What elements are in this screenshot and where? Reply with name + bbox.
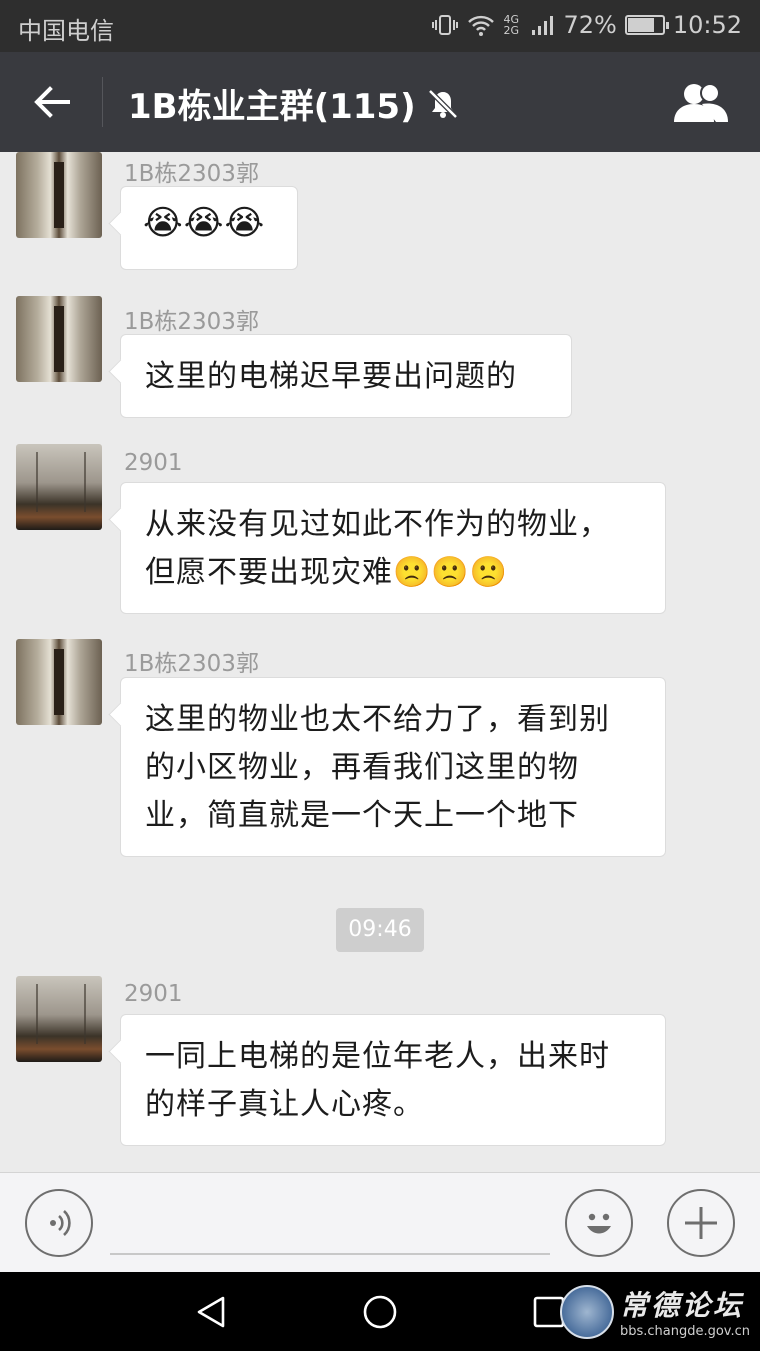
- status-icons: 4G 2G 72% 10:52: [431, 11, 742, 39]
- message-text: 这里的物业也太不给力了，看到别: [145, 702, 610, 737]
- message-bubble[interactable]: 从来没有见过如此不作为的物业， 但愿不要出现灾难🙁🙁🙁: [120, 482, 666, 614]
- message-text: 从来没有见过如此不作为的物业，: [145, 507, 610, 542]
- watermark-title: 常德论坛: [619, 1289, 744, 1322]
- message-text: 一同上电梯的是位年老人，出来时: [145, 1039, 610, 1074]
- watermark-text: 常德论坛 bbs.changde.gov.cn: [620, 1284, 750, 1339]
- avatar[interactable]: [16, 639, 102, 725]
- message-bubble[interactable]: 😭😭😭: [120, 186, 298, 270]
- message-text: 但愿不要出现灾难🙁🙁🙁: [145, 555, 509, 590]
- plus-icon: [685, 1207, 717, 1239]
- message-text: 的小区物业，再看我们这里的物: [145, 750, 579, 785]
- sender-name: 2901: [124, 450, 183, 476]
- clock: 10:52: [672, 11, 742, 39]
- watermark-url: bbs.changde.gov.cn: [619, 1324, 750, 1339]
- input-bar: [0, 1172, 760, 1272]
- voice-icon: [50, 1210, 71, 1236]
- signal-icon: [532, 16, 554, 35]
- message-text: 😭😭😭: [143, 203, 266, 243]
- home-circle-icon[interactable]: [362, 1294, 398, 1330]
- message-text: 的样子真让人心疼。: [145, 1087, 424, 1122]
- emoji-button[interactable]: [565, 1189, 633, 1257]
- status-bar: 中国电信 4G 2G 72% 10:52: [0, 0, 760, 52]
- avatar[interactable]: [16, 296, 102, 382]
- emoji-icon: [587, 1213, 611, 1234]
- bell-muted-icon: [427, 88, 458, 119]
- more-button[interactable]: [667, 1189, 735, 1257]
- carrier-label: 中国电信: [18, 17, 114, 45]
- header-divider: [102, 77, 103, 127]
- battery-percent: 72%: [563, 11, 617, 39]
- group-members-icon[interactable]: [672, 80, 730, 124]
- wifi-icon: [468, 15, 495, 36]
- avatar[interactable]: [16, 152, 102, 238]
- group-name: 1B栋业主群(115): [128, 87, 416, 127]
- battery-icon: [624, 15, 669, 35]
- arrow-left-icon[interactable]: [30, 80, 74, 124]
- vibrate-icon: [432, 15, 459, 35]
- chat-messages: 1B栋2303郭 😭😭😭 1B栋2303郭 这里的电梯迟早要出问题的 2901 …: [0, 152, 760, 1172]
- android-nav-bar: 常德论坛 bbs.changde.gov.cn: [0, 1272, 760, 1351]
- voice-button[interactable]: [25, 1189, 93, 1257]
- sender-name: 1B栋2303郭: [124, 161, 259, 187]
- message-text: 这里的电梯迟早要出问题的: [145, 359, 517, 394]
- forum-watermark: 常德论坛 bbs.changde.gov.cn: [559, 1284, 750, 1339]
- network-indicator: 4G 2G: [503, 13, 520, 37]
- time-divider: 09:46: [336, 908, 424, 952]
- message-bubble[interactable]: 这里的物业也太不给力了，看到别 的小区物业，再看我们这里的物 业，简直就是一个天…: [120, 677, 666, 857]
- chat-title: 1B栋业主群(115): [128, 79, 460, 128]
- message-bubble[interactable]: 一同上电梯的是位年老人，出来时 的样子真让人心疼。: [120, 1014, 666, 1146]
- forum-logo: [559, 1284, 614, 1339]
- message-input[interactable]: [110, 1253, 550, 1255]
- avatar[interactable]: [16, 976, 102, 1062]
- avatar[interactable]: [16, 444, 102, 530]
- chat-header: 1B栋业主群(115): [0, 52, 760, 152]
- message-bubble[interactable]: 这里的电梯迟早要出问题的: [120, 334, 572, 418]
- sender-name: 2901: [124, 981, 183, 1007]
- back-triangle-icon[interactable]: [193, 1294, 229, 1330]
- sender-name: 1B栋2303郭: [124, 309, 259, 335]
- message-text: 业，简直就是一个天上一个地下: [145, 798, 579, 833]
- sender-name: 1B栋2303郭: [124, 651, 259, 677]
